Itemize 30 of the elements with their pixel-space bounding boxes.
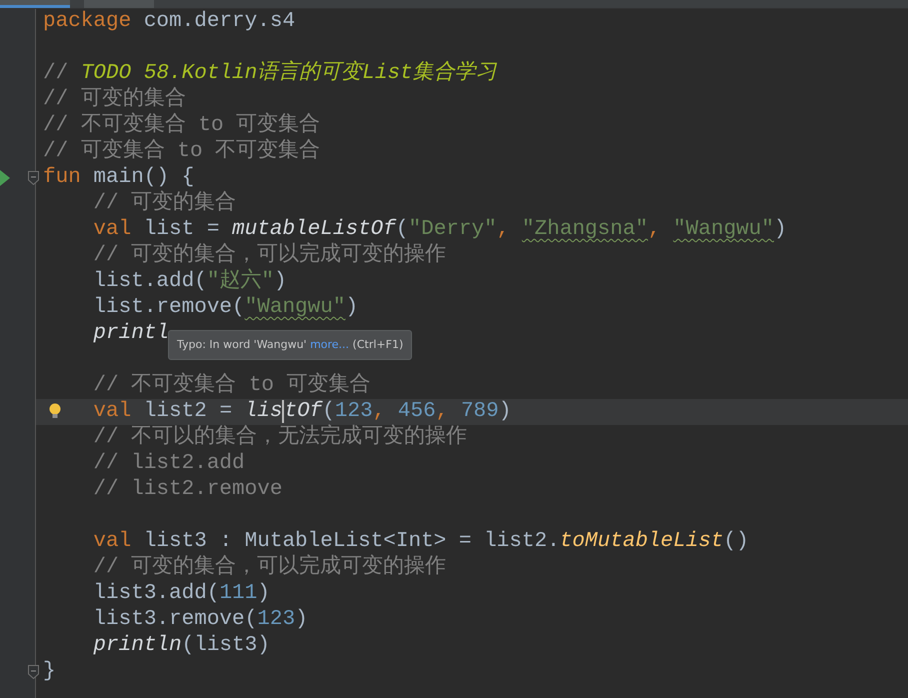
fold-icon[interactable] (28, 171, 39, 185)
code-line: package com.derry.s4 (43, 10, 296, 33)
code-line: printl (92, 322, 170, 345)
tooltip-text: Typo: In word 'Wangwu' (177, 338, 307, 351)
more-link[interactable]: more... (310, 338, 350, 351)
code-line: // list2.remove (92, 478, 282, 501)
code-line: val list3 : MutableList<Int> = list2.toMutableList() (92, 530, 749, 553)
code-line: list.remove("Wangwu") (92, 296, 358, 319)
code-line: list.add("赵六") (92, 270, 287, 293)
code-line: println(list3) (92, 634, 270, 657)
code-line: // 可变的集合，可以完成可变的操作 (92, 244, 446, 267)
fold-icon[interactable] (28, 665, 39, 679)
code-line: list3.add(111) (92, 582, 270, 605)
code-line: } (43, 660, 56, 683)
code-line: // 可变的集合，可以完成可变的操作 (92, 556, 446, 579)
run-icon[interactable] (0, 170, 10, 186)
code-line: val list = mutableListOf("Derry", "Zhangsna", "Wangwu") (92, 218, 787, 241)
code-line: list3.remove(123) (92, 608, 308, 631)
code-line: // 不可变集合 to 可变集合 (43, 114, 320, 137)
code-line: val list2 = lis tOf(123, 456, 789) (92, 400, 512, 423)
lightbulb-icon[interactable] (49, 403, 61, 419)
code-line: // 可变的集合 (92, 192, 236, 215)
code-line: // 不可以的集合，无法完成可变的操作 (92, 426, 468, 449)
shortcut-text: (Ctrl+F1) (352, 338, 404, 351)
code-line: // 不可变集合 to 可变集合 (92, 374, 371, 397)
code-line: fun main() { (43, 166, 194, 189)
code-line: // 可变集合 to 不可变集合 (43, 140, 320, 163)
code-line: // TODO 58.Kotlin语言的可变List集合学习 (43, 62, 497, 85)
code-line: // 可变的集合 (43, 88, 186, 111)
code-line: // list2.add (92, 452, 245, 475)
